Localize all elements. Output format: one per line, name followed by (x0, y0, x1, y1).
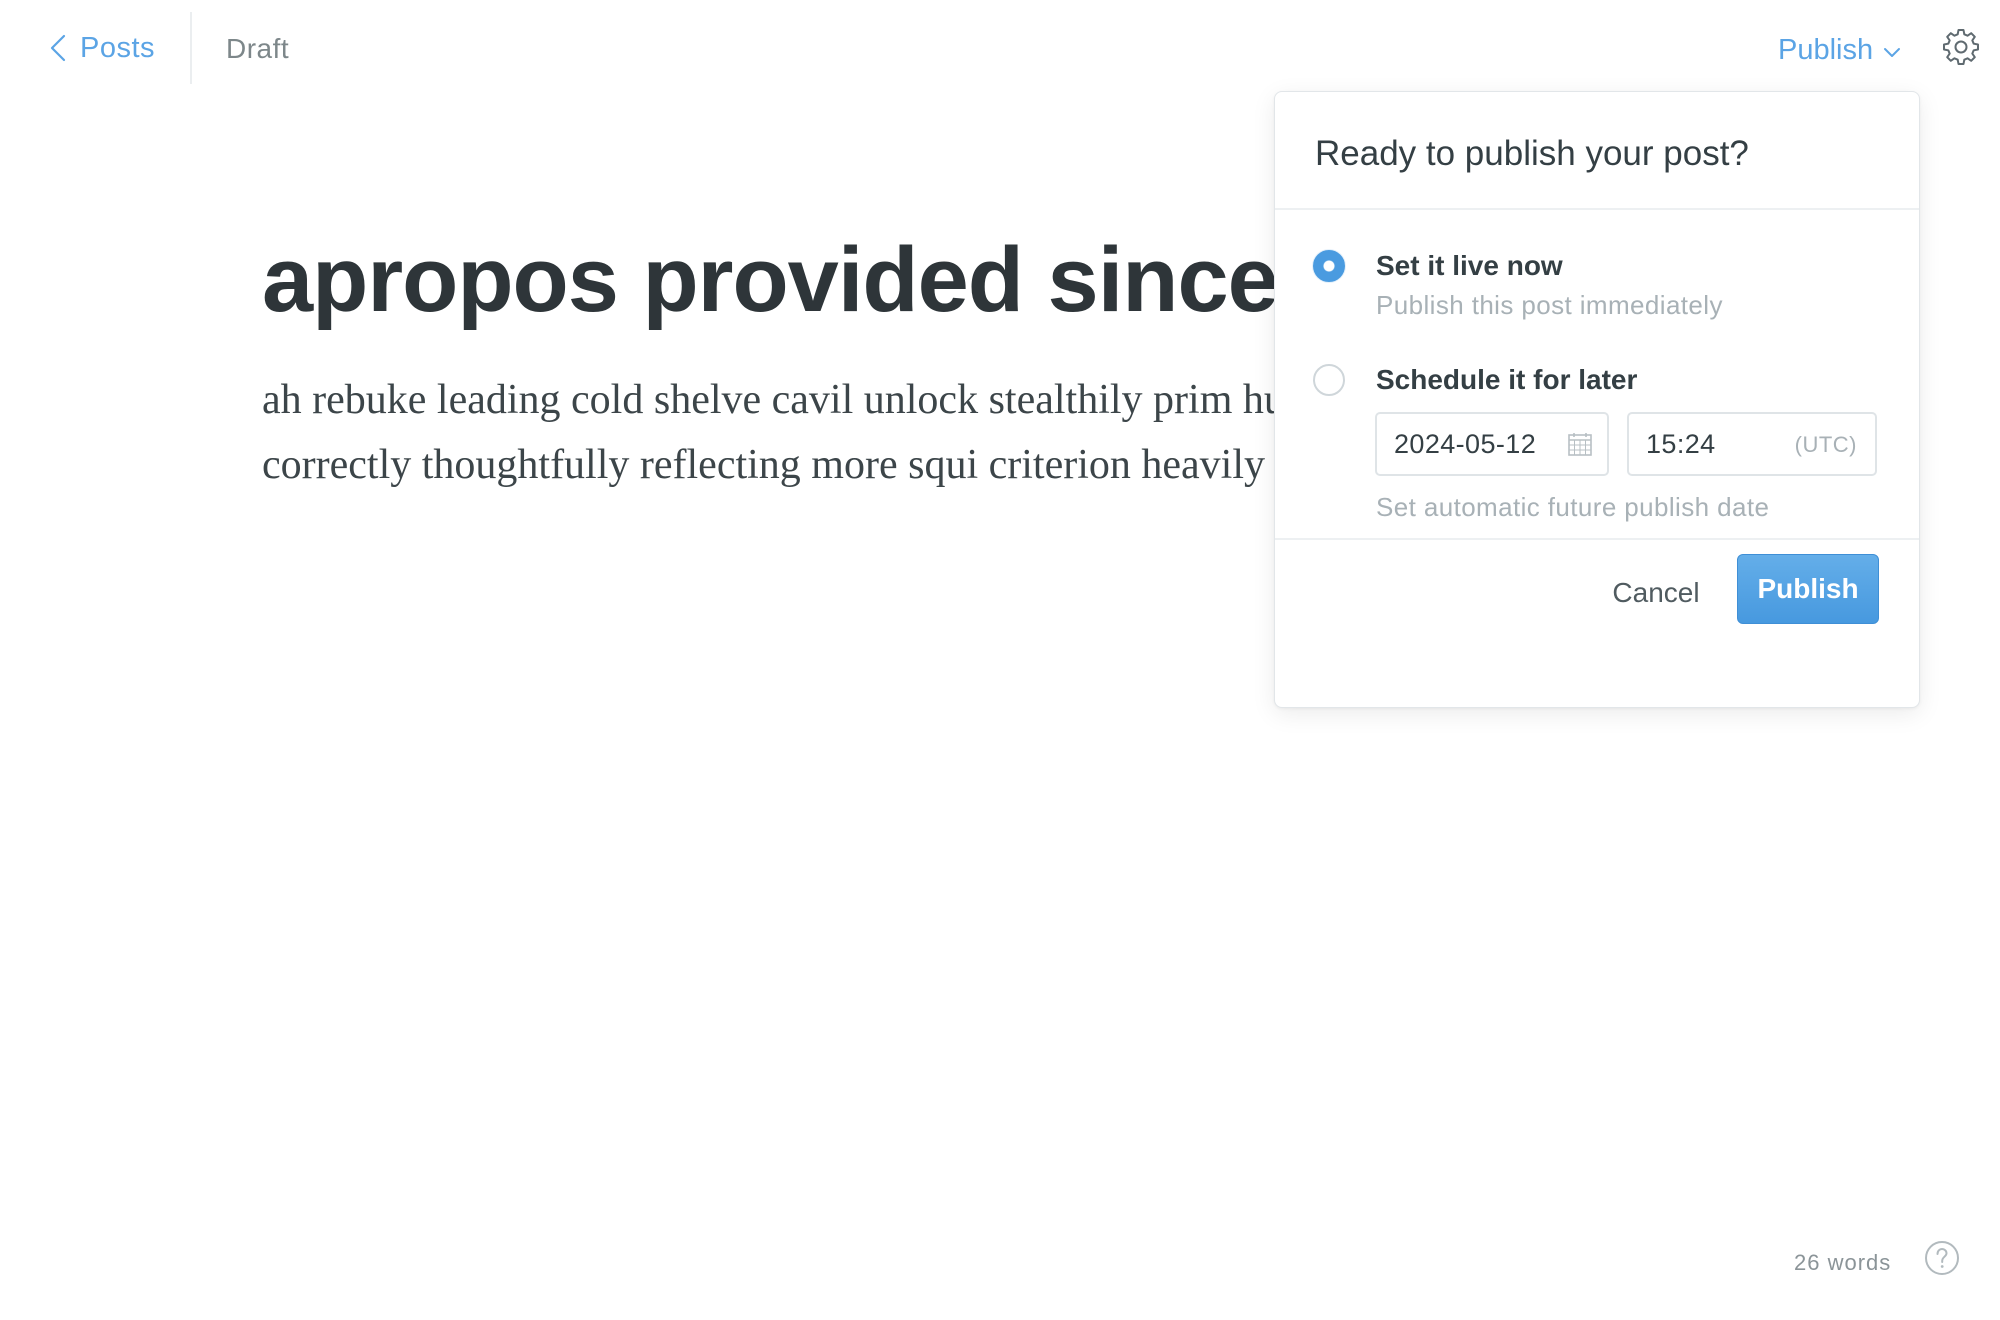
back-link-label: Posts (80, 31, 156, 64)
chevron-left-icon (50, 34, 66, 62)
popover-title: Ready to publish your post? (1315, 134, 1749, 173)
settings-button[interactable] (1942, 28, 1980, 66)
gear-icon (1942, 29, 1980, 70)
publish-date-value: 2024-05-12 (1394, 428, 1537, 459)
timezone-label: (UTC) (1794, 432, 1857, 457)
word-count: 26 words (1794, 1250, 1892, 1275)
help-button[interactable] (1924, 1240, 1960, 1276)
editor-page: Posts Draft Publish apropos provided sin… (0, 0, 2000, 1320)
popover-divider-bottom (1275, 538, 1919, 540)
publish-time-value: 15:24 (1646, 428, 1716, 459)
publish-popover: Ready to publish your post? Set it live … (1274, 91, 1920, 708)
publish-menu-label: Publish (1778, 33, 1874, 66)
publish-menu-trigger[interactable]: Publish (1778, 30, 1901, 70)
help-icon (1924, 1241, 1960, 1280)
option-schedule-description: Set automatic future publish date (1376, 492, 1770, 522)
popover-divider-top (1275, 208, 1919, 210)
top-bar: Posts Draft Publish (0, 0, 2000, 86)
publish-date-input[interactable]: 2024-05-12 (1375, 412, 1609, 476)
header-divider (190, 12, 192, 84)
cancel-button[interactable]: Cancel (1591, 570, 1721, 616)
publish-time-input[interactable]: 15:24 (UTC) (1627, 412, 1877, 476)
option-set-live-description: Publish this post immediately (1376, 290, 1723, 320)
post-title[interactable]: apropos provided since (262, 220, 1279, 340)
back-to-posts-link[interactable]: Posts (50, 28, 155, 68)
radio-set-live-now[interactable] (1313, 250, 1345, 282)
post-status-label: Draft (226, 33, 290, 64)
chevron-down-icon (1883, 34, 1901, 67)
publish-button[interactable]: Publish (1737, 554, 1879, 624)
radio-schedule-later[interactable] (1313, 364, 1345, 396)
calendar-icon[interactable] (1567, 431, 1593, 462)
option-set-live-label[interactable]: Set it live now (1376, 250, 1563, 282)
option-schedule-label[interactable]: Schedule it for later (1376, 364, 1637, 396)
